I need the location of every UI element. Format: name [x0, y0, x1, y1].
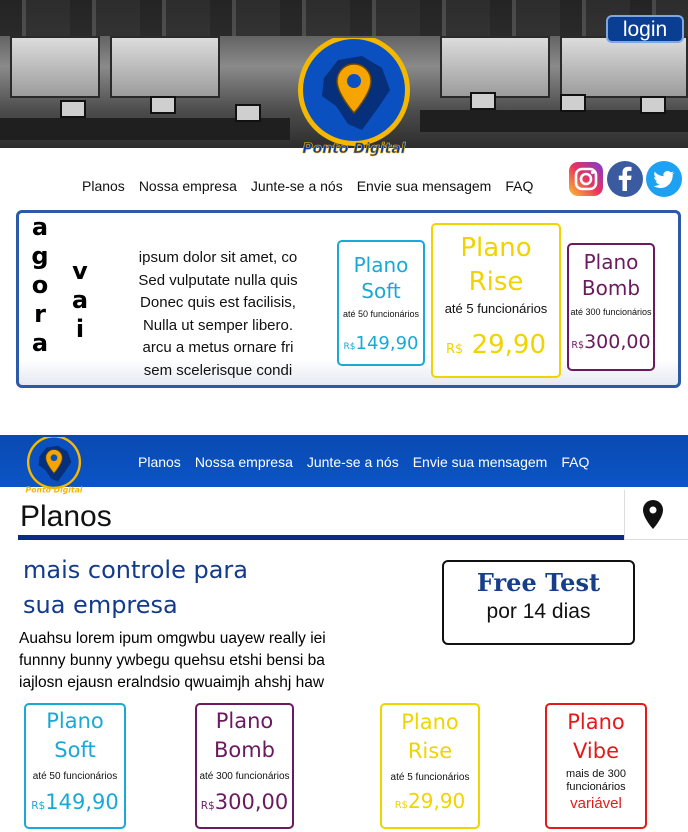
- promo-banner: a g o r a v a i ipsum dolor sit amet, co…: [16, 210, 681, 388]
- facebook-icon[interactable]: [606, 160, 644, 198]
- tagline: mais controle para sua empresa: [23, 556, 248, 619]
- login-button[interactable]: login: [606, 15, 684, 43]
- nav-item-envie-mensagem[interactable]: Envie sua mensagem: [357, 178, 492, 194]
- vertical-word-agora: a g o r a: [31, 213, 49, 357]
- section-text: Auahsu lorem ipum omgwbu uayew really ie…: [19, 630, 326, 691]
- nav-item-planos[interactable]: Planos: [82, 178, 125, 194]
- secondary-nav: Planos Nossa empresa Junte-se a nós Envi…: [138, 454, 589, 470]
- nav2-item-faq[interactable]: FAQ: [561, 454, 589, 470]
- nav2-item-planos[interactable]: Planos: [138, 454, 181, 470]
- vertical-word-vai: v a i: [71, 257, 89, 343]
- nav-item-nossa-empresa[interactable]: Nossa empresa: [139, 178, 237, 194]
- plan-card-rise-2[interactable]: Plano Rise até 5 funcionários R$29,90: [380, 703, 480, 829]
- page-title: Planos: [20, 500, 112, 533]
- nav2-item-junte-se[interactable]: Junte-se a nós: [307, 454, 399, 470]
- banner-text: ipsum dolor sit amet, co Sed vulputate n…: [138, 249, 298, 379]
- plan-card-vibe[interactable]: Plano Vibe mais de 300 funcionários vari…: [545, 703, 647, 829]
- plan-card-bomb[interactable]: Plano Bomb até 300 funcionários R$300,00: [567, 243, 655, 371]
- plan-card-rise[interactable]: Plano Rise até 5 funcionários R$ 29,90: [431, 223, 561, 378]
- nav2-item-envie-mensagem[interactable]: Envie sua mensagem: [413, 454, 548, 470]
- twitter-icon[interactable]: [645, 160, 683, 198]
- plan-card-soft[interactable]: Plano Soft até 50 funcionários R$149,90: [337, 240, 425, 366]
- title-divider: [18, 535, 633, 540]
- plan-card-soft-2[interactable]: Plano Soft até 50 funcionários R$149,90: [24, 703, 126, 829]
- map-pin-icon: [643, 500, 663, 529]
- nav-item-junte-se[interactable]: Junte-se a nós: [251, 178, 343, 194]
- location-button[interactable]: [624, 490, 688, 540]
- brand-wordmark: Ponto Digital: [302, 141, 405, 157]
- nav2-item-nossa-empresa[interactable]: Nossa empresa: [195, 454, 293, 470]
- free-test-button[interactable]: Free Test por 14 dias: [442, 560, 635, 645]
- top-nav: Planos Nossa empresa Junte-se a nós Envi…: [82, 178, 533, 194]
- ponto-digital-logo[interactable]: Ponto Digital: [286, 38, 422, 158]
- instagram-icon[interactable]: [567, 160, 605, 198]
- plan-card-bomb-2[interactable]: Plano Bomb até 300 funcionários R$300,00: [195, 703, 294, 829]
- svg-text:Ponto Digital: Ponto Digital: [26, 486, 83, 495]
- nav-item-faq[interactable]: FAQ: [505, 178, 533, 194]
- ponto-digital-logo-small[interactable]: Ponto Digital: [20, 437, 88, 495]
